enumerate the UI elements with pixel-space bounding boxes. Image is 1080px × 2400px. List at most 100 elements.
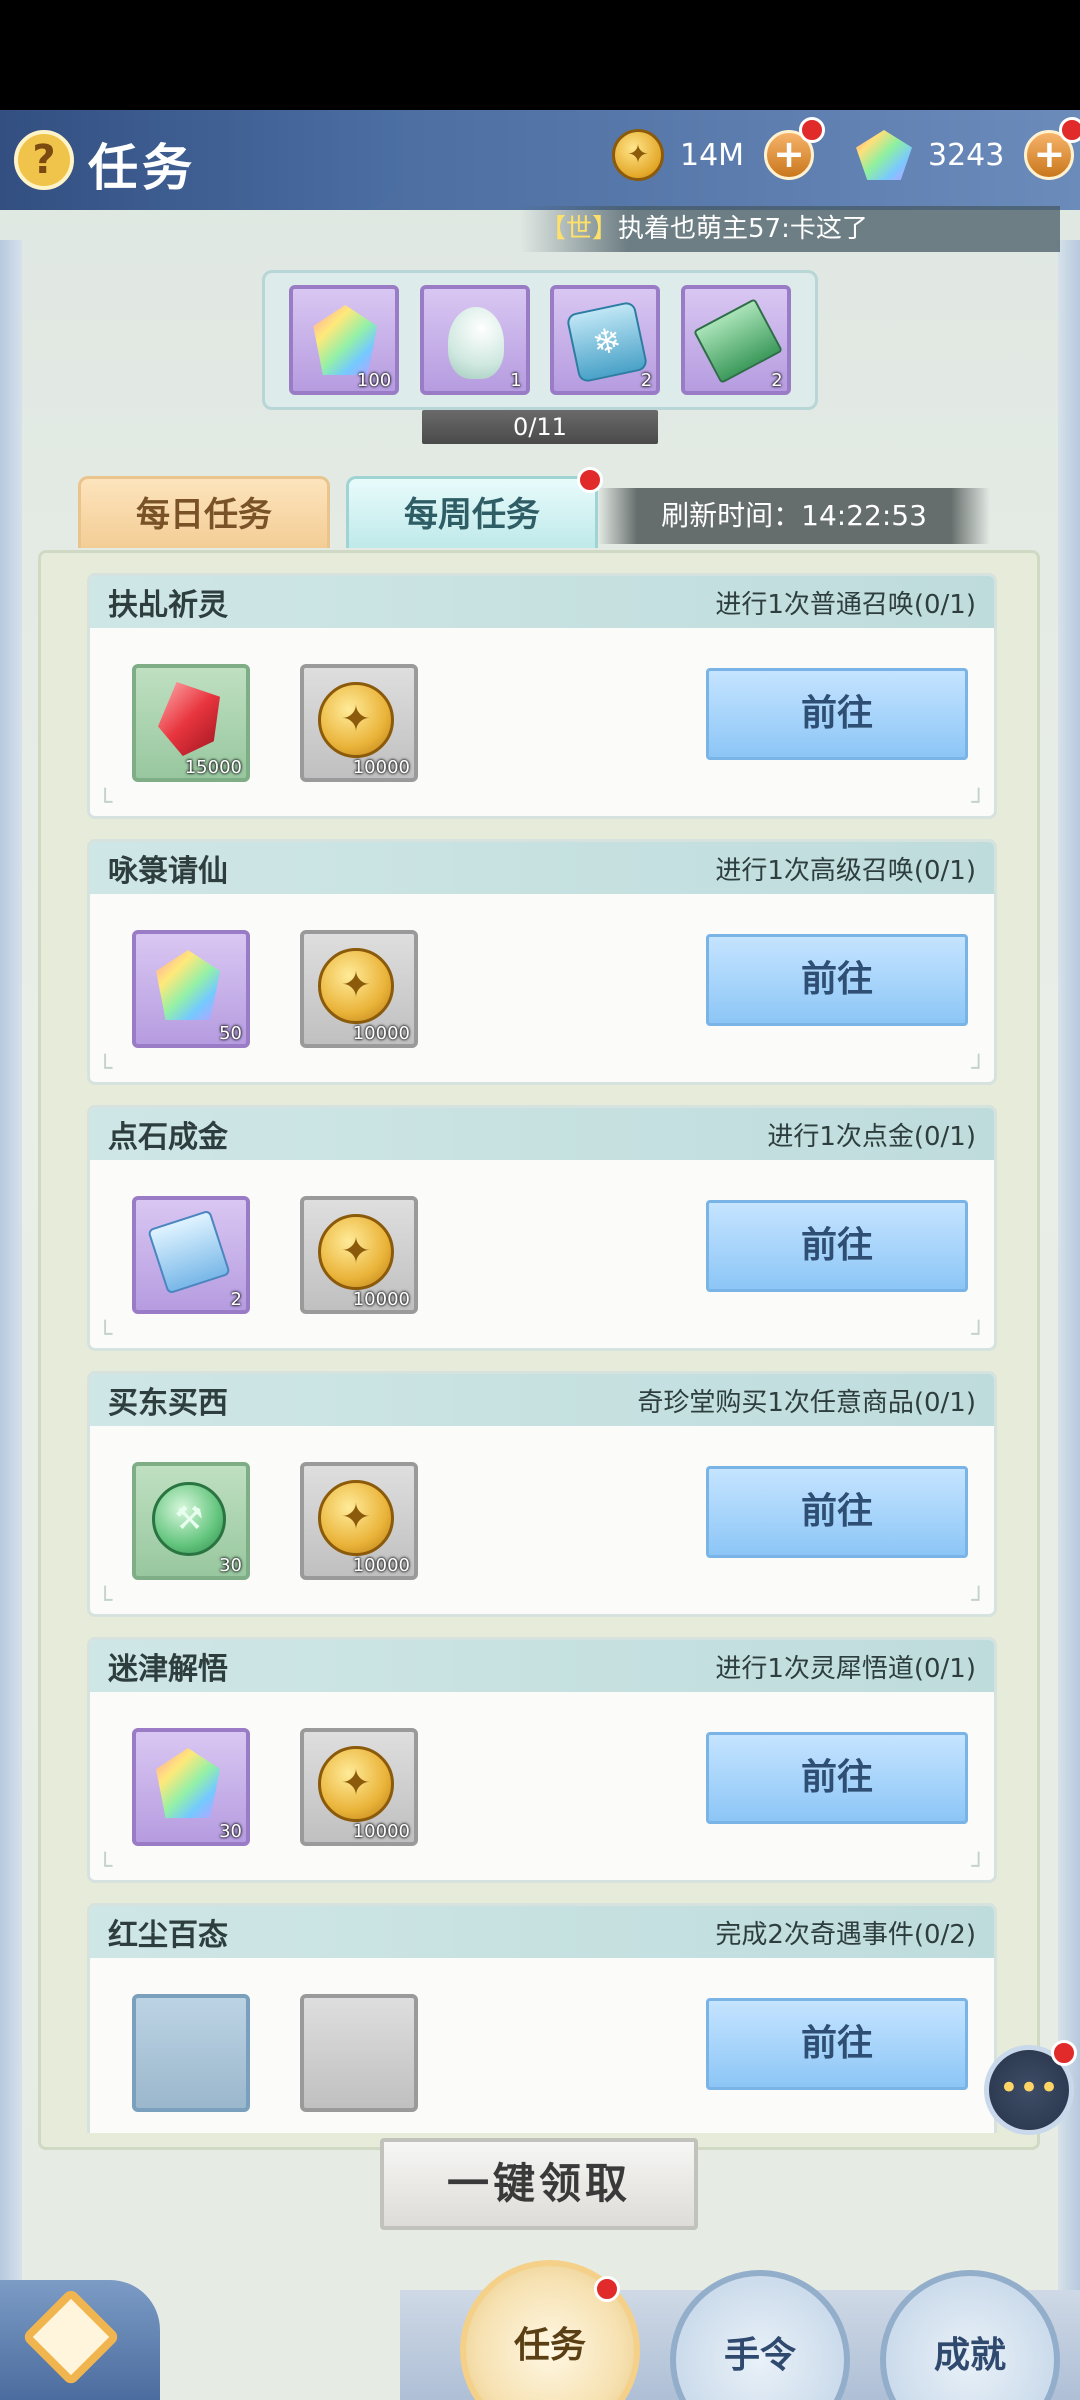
refresh-label: 刷新时间： xyxy=(661,499,802,532)
notification-dot xyxy=(1051,2040,1077,2066)
corner-ornament: ┘ xyxy=(971,1054,986,1082)
item-count: 15000 xyxy=(184,757,242,778)
rainbow-gem-icon xyxy=(313,305,378,375)
task-card: 点石成金 进行1次点金(0/1) 2 10000 前往 └ ┘ xyxy=(87,1105,997,1351)
gem-balance: 3243 + xyxy=(856,117,1080,186)
add-gems-button[interactable]: + xyxy=(1024,117,1080,180)
nav-label: 任务 xyxy=(513,2325,586,2366)
progress-bar: 0/11 xyxy=(422,410,658,444)
nav-tab-task[interactable]: 任务 xyxy=(460,2260,640,2400)
go-button[interactable]: 前往 xyxy=(706,668,968,760)
item-count: 2 xyxy=(771,370,783,391)
go-button[interactable]: 前往 xyxy=(706,1200,968,1292)
help-icon[interactable]: ? xyxy=(14,130,74,190)
progress-reward-item[interactable]: ❄ 2 xyxy=(550,285,661,395)
reward-item[interactable]: ⚒ 30 xyxy=(132,1462,250,1580)
task-condition: 进行1次点金(0/1) xyxy=(767,1121,976,1152)
task-body: 前往 xyxy=(90,1958,994,2133)
jade-token-icon: ⚒ xyxy=(152,1482,226,1556)
reward-item[interactable]: 10000 xyxy=(300,1728,418,1846)
task-name: 扶乩祈灵 xyxy=(108,588,228,623)
rainbow-gem-icon xyxy=(156,950,220,1020)
task-panel: 扶乩祈灵 进行1次普通召唤(0/1) 15000 10000 前往 └ ┘ xyxy=(38,550,1040,2150)
item-count: 30 xyxy=(219,1821,242,1842)
spoon-icon xyxy=(447,307,504,379)
chat-glyph: ••• xyxy=(998,2068,1060,2108)
go-button[interactable]: 前往 xyxy=(706,934,968,1026)
reward-item[interactable]: 10000 xyxy=(300,1196,418,1314)
go-button[interactable]: 前往 xyxy=(706,1998,968,2090)
progress-reward-item[interactable]: 100 xyxy=(289,285,400,395)
task-body: 2 10000 前往 └ ┘ xyxy=(90,1160,994,1348)
item-count: 2 xyxy=(230,1289,242,1310)
tab-daily-tasks[interactable]: 每日任务 xyxy=(78,476,330,548)
item-count: 100 xyxy=(356,370,392,391)
item-count: 50 xyxy=(219,1023,242,1044)
left-frame xyxy=(0,240,22,2400)
item-count: 1 xyxy=(510,370,522,391)
go-button[interactable]: 前往 xyxy=(706,1732,968,1824)
tab-label: 每周任务 xyxy=(404,495,540,535)
snowflake-charm-icon: ❄ xyxy=(565,300,649,384)
corner-ornament: ┘ xyxy=(971,1586,986,1614)
corner-ornament: └ xyxy=(98,1586,113,1614)
task-name: 咏箓请仙 xyxy=(108,854,228,889)
task-body: 15000 10000 前往 └ ┘ xyxy=(90,628,994,816)
task-header: 点石成金 进行1次点金(0/1) xyxy=(90,1108,994,1160)
reward-item[interactable]: 10000 xyxy=(300,664,418,782)
refresh-time: 14:22:53 xyxy=(801,499,927,532)
tab-weekly-tasks[interactable]: 每周任务 xyxy=(346,467,603,548)
ticker-message: 执着也萌主57:卡这了 xyxy=(618,214,868,244)
item-count: 10000 xyxy=(352,1023,410,1044)
reward-item[interactable]: 2 xyxy=(132,1196,250,1314)
notification-dot xyxy=(799,117,826,143)
task-card: 咏箓请仙 进行1次高级召唤(0/1) 50 10000 前往 └ ┘ xyxy=(87,839,997,1085)
reward-item[interactable] xyxy=(300,1994,418,2112)
reward-item[interactable]: 10000 xyxy=(300,1462,418,1580)
claim-all-button[interactable]: 一键领取 xyxy=(380,2138,698,2230)
task-name: 红尘百态 xyxy=(108,1918,228,1953)
task-header: 咏箓请仙 进行1次高级召唤(0/1) xyxy=(90,842,994,894)
progress-reward-item[interactable]: 1 xyxy=(419,285,530,395)
world-chat-ticker[interactable]: 【世】执着也萌主57:卡这了 xyxy=(520,206,1060,252)
item-count: 10000 xyxy=(352,757,410,778)
task-header: 扶乩祈灵 进行1次普通召唤(0/1) xyxy=(90,576,994,628)
task-header: 买东买西 奇珍堂购买1次任意商品(0/1) xyxy=(90,1374,994,1426)
task-card: 红尘百态 完成2次奇遇事件(0/2) 前往 xyxy=(87,1903,997,2133)
gold-coin-icon xyxy=(612,129,664,181)
reward-item[interactable] xyxy=(132,1994,250,2112)
title-area: ? 任务 xyxy=(0,110,400,210)
blue-ticket-icon xyxy=(147,1209,231,1295)
ticker-channel: 【世】 xyxy=(540,214,619,244)
gem-amount: 3243 xyxy=(928,137,1005,173)
back-button[interactable] xyxy=(0,2280,160,2400)
task-header: 迷津解悟 进行1次灵犀悟道(0/1) xyxy=(90,1640,994,1692)
task-body: 30 10000 前往 └ ┘ xyxy=(90,1692,994,1880)
task-body: 50 10000 前往 └ ┘ xyxy=(90,894,994,1082)
corner-ornament: └ xyxy=(98,1054,113,1082)
task-screen: ? 任务 14M + 3243 + 【世】执着也萌主57:卡这了 100 1 ❄… xyxy=(0,110,1080,2400)
add-coins-button[interactable]: + xyxy=(764,117,826,180)
reward-item[interactable]: 10000 xyxy=(300,930,418,1048)
item-count: 10000 xyxy=(352,1821,410,1842)
reward-item[interactable]: 50 xyxy=(132,930,250,1048)
reward-item[interactable]: 30 xyxy=(132,1728,250,1846)
task-condition: 进行1次高级召唤(0/1) xyxy=(715,855,976,886)
task-list[interactable]: 扶乩祈灵 进行1次普通召唤(0/1) 15000 10000 前往 └ ┘ xyxy=(87,573,997,2133)
chat-icon[interactable]: ••• xyxy=(984,2040,1077,2135)
item-count: 2 xyxy=(640,370,653,391)
task-body: ⚒ 30 10000 前往 └ ┘ xyxy=(90,1426,994,1614)
task-name: 点石成金 xyxy=(108,1120,228,1155)
progress-reward-item[interactable]: 2 xyxy=(680,285,791,395)
notification-dot xyxy=(594,2276,620,2302)
reward-item[interactable]: 15000 xyxy=(132,664,250,782)
task-name: 迷津解悟 xyxy=(108,1652,228,1687)
corner-ornament: ┘ xyxy=(971,788,986,816)
page-title: 任务 xyxy=(88,139,196,197)
corner-ornament: └ xyxy=(98,1320,113,1348)
coin-balance: 14M + xyxy=(612,117,826,186)
gold-coin-icon xyxy=(318,1480,394,1556)
task-card: 买东买西 奇珍堂购买1次任意商品(0/1) ⚒ 30 10000 前往 └ ┘ xyxy=(87,1371,997,1617)
go-button[interactable]: 前往 xyxy=(706,1466,968,1558)
task-header: 红尘百态 完成2次奇遇事件(0/2) xyxy=(90,1906,994,1958)
